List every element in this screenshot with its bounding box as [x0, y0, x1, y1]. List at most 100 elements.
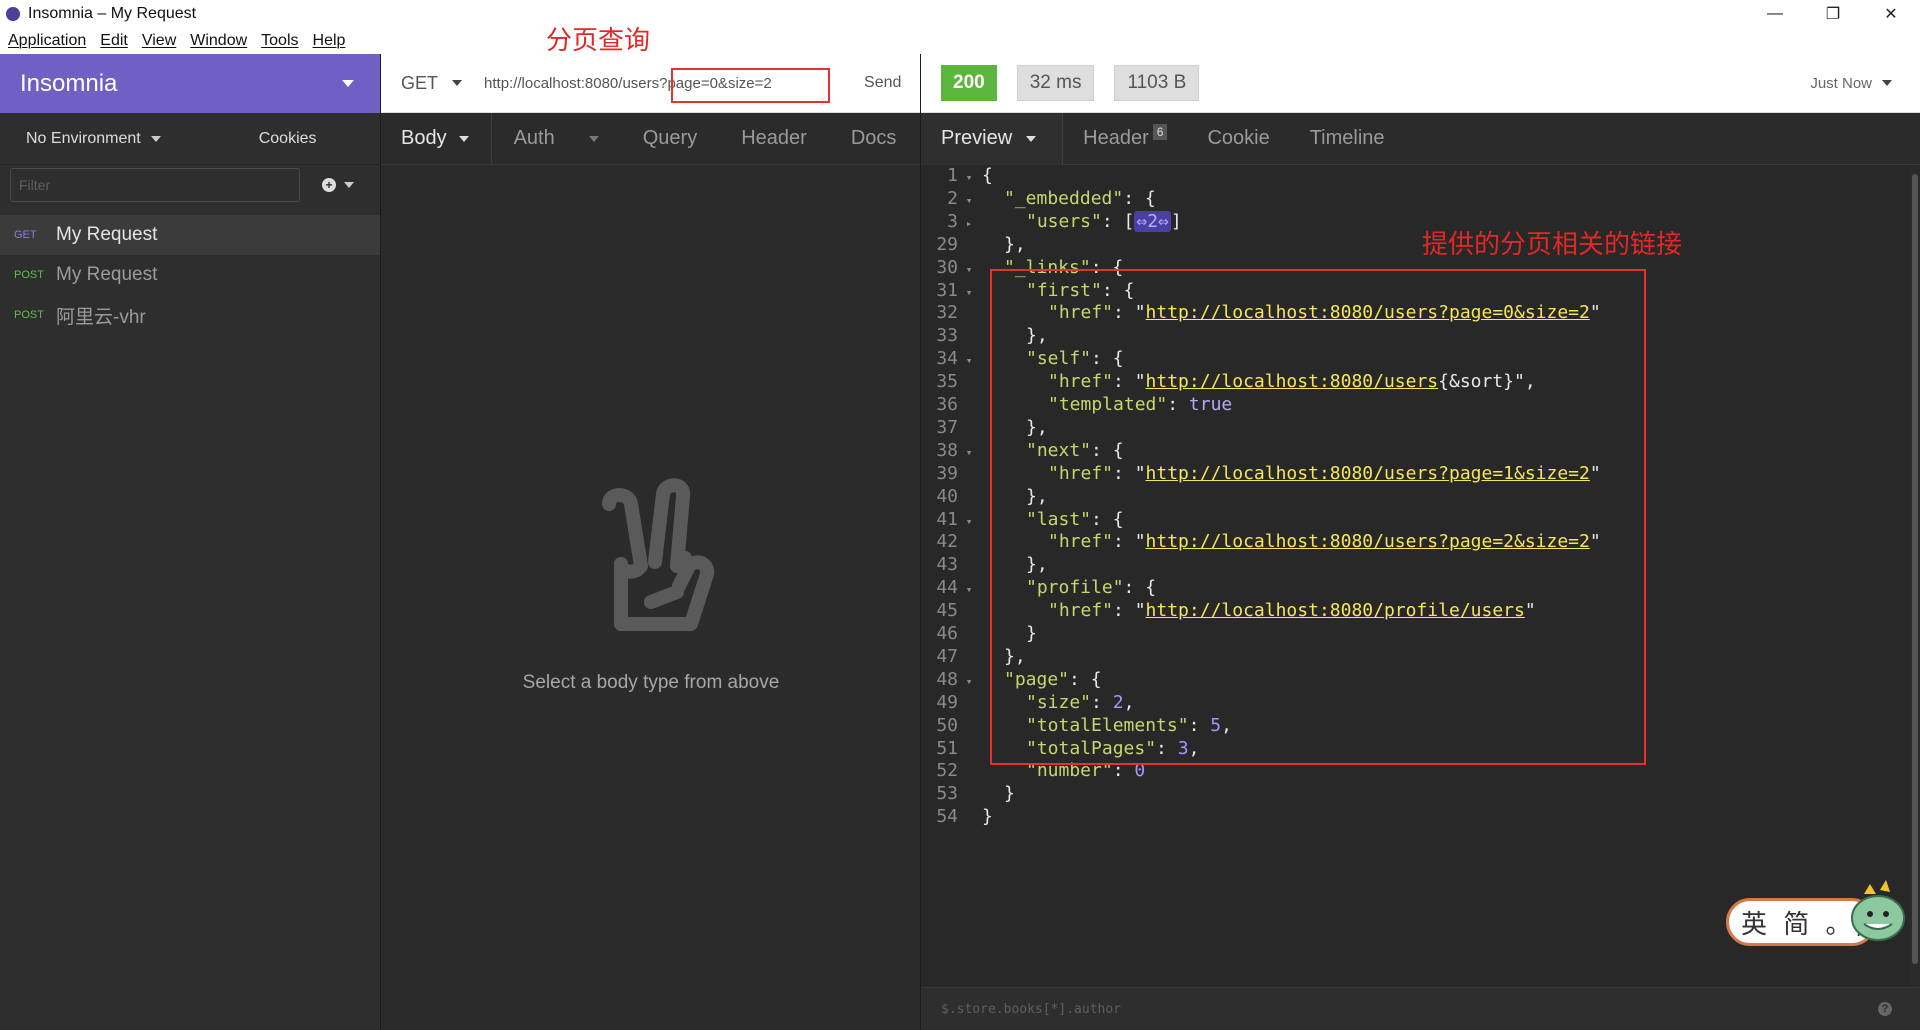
code-line: 3 ▸ "users": [⇔2⇔]: [921, 210, 1182, 236]
request-item[interactable]: GET My Request: [0, 215, 380, 255]
chevron-down-icon: [1026, 135, 1037, 142]
request-item[interactable]: POST 阿里云-vhr: [0, 295, 380, 335]
line-number: 3: [947, 210, 958, 232]
close-button[interactable]: ✕: [1862, 0, 1920, 28]
scrollbar-thumb[interactable]: [1912, 174, 1918, 964]
method-label: GET: [401, 72, 439, 93]
request-name: 阿里云-vhr: [56, 306, 146, 328]
menu-help[interactable]: Help: [313, 32, 346, 50]
filter-row: +: [0, 165, 380, 205]
fold-toggle-icon[interactable]: ▾: [958, 511, 980, 534]
cookies-button[interactable]: Cookies: [259, 130, 317, 148]
line-number: 40: [936, 485, 958, 507]
tab-label: Body: [401, 127, 447, 149]
empty-body-state: Select a body type from above: [381, 474, 921, 694]
fold-toggle-icon[interactable]: ▾: [958, 167, 980, 190]
menu-edit[interactable]: Edit: [100, 32, 128, 50]
environment-selector[interactable]: No Environment: [26, 130, 141, 148]
fold-toggle-icon[interactable]: ▸: [958, 213, 980, 236]
json-punctuation: : {: [1123, 187, 1156, 209]
line-number: 33: [936, 325, 958, 347]
workspace-header[interactable]: Insomnia: [0, 54, 380, 113]
request-method: POST: [14, 309, 44, 321]
tab-query[interactable]: Query: [621, 113, 719, 165]
request-item[interactable]: POST My Request: [0, 255, 380, 295]
chevron-down-icon: [1882, 80, 1892, 86]
maximize-button[interactable]: ❐: [1804, 0, 1862, 28]
fold-toggle-icon[interactable]: ▾: [958, 671, 980, 694]
menu-window[interactable]: Window: [190, 32, 247, 50]
fold-toggle-icon[interactable]: ▾: [958, 259, 980, 282]
request-pane: GET http://localhost:8080/users?page=0&s…: [381, 54, 921, 1030]
tab-timeline[interactable]: Timeline: [1290, 113, 1405, 165]
url-annotation-text: 分页查询: [546, 26, 651, 56]
collapsed-array-badge[interactable]: ⇔2⇔: [1134, 210, 1171, 232]
minimize-button[interactable]: —: [1746, 0, 1804, 28]
request-method: POST: [14, 269, 44, 281]
json-punctuation: : [: [1101, 210, 1135, 232]
links-annotation-text: 提供的分页相关的链接: [1422, 230, 1683, 260]
json-key: "users": [1026, 210, 1102, 232]
line-number: 53: [936, 783, 958, 805]
jsonpath-filter-input[interactable]: $.store.books[*].author: [941, 1002, 1121, 1017]
line-number: 52: [936, 760, 958, 782]
line-number: 36: [936, 394, 958, 415]
json-punctuation: }: [982, 806, 993, 828]
tab-label: Header: [1083, 127, 1149, 149]
fold-toggle-icon[interactable]: ▾: [958, 350, 980, 373]
fold-toggle-icon[interactable]: ▾: [958, 442, 980, 465]
peace-hand-icon: [602, 478, 715, 631]
fold-toggle-icon[interactable]: ▾: [958, 190, 980, 213]
status-badge: 200: [941, 65, 997, 101]
tab-cookie[interactable]: Cookie: [1187, 113, 1289, 165]
fold-toggle-icon[interactable]: ▾: [958, 282, 980, 305]
response-tabs: Preview Header 6 Cookie Timeline: [921, 112, 1920, 165]
code-line: 1 ▾{: [921, 165, 993, 188]
line-number: 47: [936, 645, 958, 667]
line-number: 45: [936, 600, 958, 622]
menu-application[interactable]: Application: [8, 32, 86, 50]
line-number: 42: [936, 531, 958, 553]
method-dropdown[interactable]: GET: [401, 72, 463, 94]
tab-header[interactable]: Header: [719, 113, 829, 165]
time-badge: 32 ms: [1016, 65, 1095, 101]
tab-label: Preview: [941, 127, 1013, 149]
title-bar: Insomnia – My Request — ❐ ✕: [0, 0, 1920, 28]
line-number: 30: [936, 256, 958, 278]
help-icon[interactable]: ?: [1878, 1002, 1892, 1016]
tab-body[interactable]: Body: [381, 112, 492, 165]
chevron-down-icon[interactable]: [344, 182, 354, 188]
request-tabs: Body Auth Query Header Docs: [381, 112, 920, 165]
tab-label: Auth: [513, 127, 555, 149]
line-number: 38: [936, 439, 958, 461]
add-plus-icon[interactable]: +: [322, 178, 336, 192]
line-number: 34: [936, 348, 958, 370]
fold-toggle-icon[interactable]: ▾: [958, 579, 980, 602]
line-number: 46: [936, 623, 958, 644]
line-number: 50: [936, 714, 958, 736]
sidebar-filter-input[interactable]: [10, 168, 300, 202]
line-number: 31: [936, 279, 958, 301]
tab-preview[interactable]: Preview: [921, 112, 1064, 165]
chevron-down-icon: [458, 135, 469, 142]
chevron-down-icon: [342, 80, 354, 87]
window-controls: — ❐ ✕: [1746, 0, 1920, 28]
response-filter-bar: $.store.books[*].author ?: [921, 987, 1920, 1030]
tab-docs[interactable]: Docs: [829, 113, 919, 165]
request-list: GET My Request POST My Request POST 阿里云-…: [0, 215, 380, 335]
environment-row: No Environment Cookies: [0, 113, 380, 165]
chevron-down-icon: [150, 135, 161, 142]
chevron-down-icon: [452, 80, 463, 86]
send-button[interactable]: Send: [864, 74, 901, 92]
history-dropdown[interactable]: Just Now: [1810, 75, 1892, 92]
menu-bar: Application Edit View Window Tools Help: [0, 28, 1920, 54]
menu-view[interactable]: View: [142, 32, 176, 50]
menu-tools[interactable]: Tools: [261, 32, 298, 50]
json-punctuation: ]: [1170, 210, 1182, 232]
line-number: 49: [936, 691, 958, 713]
empty-body-message: Select a body type from above: [522, 672, 780, 693]
window-title: Insomnia – My Request: [28, 5, 197, 22]
tab-auth[interactable]: Auth: [492, 113, 621, 165]
tab-response-header[interactable]: Header 6: [1063, 113, 1187, 165]
line-number: 32: [936, 302, 958, 324]
